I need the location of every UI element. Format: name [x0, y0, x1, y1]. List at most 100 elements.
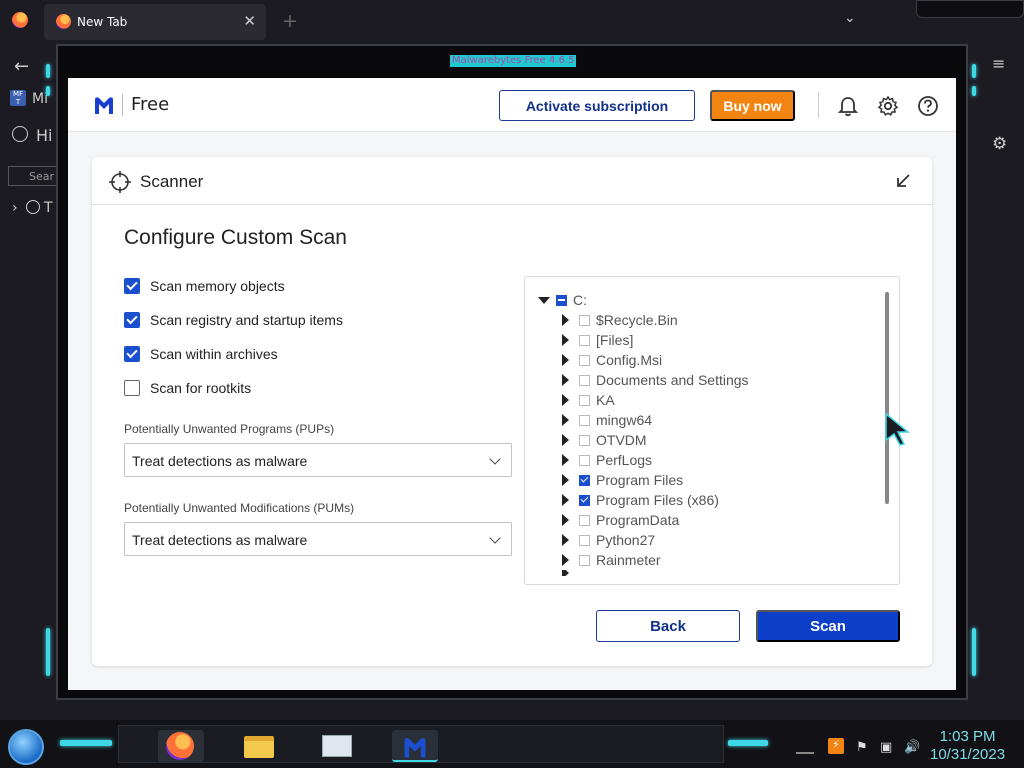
tree-item-checkbox[interactable]: [579, 474, 590, 486]
tree-item-row[interactable]: mingw64: [562, 410, 652, 430]
tree-item-label: mingw64: [596, 412, 653, 428]
back-button[interactable]: Back: [596, 610, 740, 642]
collapse-arrow-icon[interactable]: [894, 172, 912, 190]
expand-triangle-icon[interactable]: [562, 454, 569, 466]
taskbar-file-explorer[interactable]: [236, 730, 282, 762]
folder-icon: [244, 736, 274, 758]
tree-item-row[interactable]: Program Files: [562, 470, 683, 490]
tree-item-row[interactable]: OTVDM: [562, 430, 647, 450]
expand-triangle-icon[interactable]: [562, 474, 569, 486]
settings-gear-icon[interactable]: [877, 95, 899, 117]
tree-item-row[interactable]: PerfLogs: [562, 450, 652, 470]
tree-item-row[interactable]: Documents and Settings: [562, 370, 749, 390]
expand-triangle-icon[interactable]: [562, 534, 569, 546]
option-label: Scan within archives: [150, 346, 278, 362]
option-scan-archives[interactable]: Scan within archives: [124, 344, 278, 364]
tree-item-checkbox[interactable]: [579, 334, 590, 346]
taskbar-clock[interactable]: 1:03 PM 10/31/2023: [930, 728, 1005, 764]
scan-button[interactable]: Scan: [756, 610, 900, 642]
help-question-icon[interactable]: [917, 95, 939, 117]
product-tier-label: Free: [131, 94, 170, 115]
tray-flag-icon[interactable]: ⚑: [856, 740, 868, 755]
tray-volume-icon[interactable]: 🔊: [904, 740, 920, 755]
back-arrow-icon[interactable]: ←: [14, 56, 29, 77]
checkbox-scan-archives[interactable]: [124, 346, 140, 362]
expand-triangle-icon[interactable]: [562, 334, 569, 346]
tree-item-checkbox[interactable]: [579, 374, 590, 386]
option-scan-memory[interactable]: Scan memory objects: [124, 276, 285, 296]
tree-item-row[interactable]: KA: [562, 390, 615, 410]
checkbox-scan-registry[interactable]: [124, 312, 140, 328]
taskbar-firefox[interactable]: [158, 730, 204, 762]
start-button[interactable]: [8, 729, 44, 765]
bookmark-icon[interactable]: MF T: [10, 90, 26, 106]
tree-root-row[interactable]: C:: [538, 290, 587, 310]
page-title: Configure Custom Scan: [124, 226, 347, 249]
tree-item-row[interactable]: $Recycle.Bin: [562, 310, 678, 330]
tree-item-checkbox[interactable]: [579, 414, 590, 426]
option-scan-rootkits[interactable]: Scan for rootkits: [124, 378, 251, 398]
malwarebytes-app: Free Activate subscription Buy now Scann…: [68, 78, 956, 690]
collapse-triangle-icon[interactable]: [538, 296, 550, 304]
tab-close-icon[interactable]: ✕: [243, 12, 256, 30]
skin-light: [972, 628, 976, 676]
clock-date: 10/31/2023: [930, 746, 1006, 763]
tree-item-checkbox[interactable]: [579, 354, 590, 366]
expand-triangle-icon[interactable]: [562, 434, 569, 446]
activate-subscription-button[interactable]: Activate subscription: [499, 90, 695, 121]
taskbar-app-monitor[interactable]: [314, 730, 360, 762]
tray-stack-icon[interactable]: [796, 742, 814, 754]
list-all-tabs-icon[interactable]: ⌄: [844, 10, 856, 26]
tray-app-icon[interactable]: ⚡: [828, 738, 844, 754]
tray-network-icon[interactable]: ▣: [880, 740, 892, 755]
expand-triangle-icon[interactable]: [562, 494, 569, 506]
expand-triangle-icon[interactable]: [562, 314, 569, 326]
checkbox-scan-rootkits[interactable]: [124, 380, 140, 396]
history-clock-icon: [12, 126, 28, 142]
tree-item-checkbox[interactable]: [579, 434, 590, 446]
tree-item-checkbox[interactable]: [579, 394, 590, 406]
settings-gear-icon[interactable]: ⚙: [992, 134, 1007, 154]
expand-triangle-icon[interactable]: [562, 394, 569, 406]
sidebar-search-input[interactable]: Sear: [8, 166, 58, 186]
option-scan-registry[interactable]: Scan registry and startup items: [124, 310, 343, 330]
expand-triangle-icon[interactable]: [562, 514, 569, 526]
tree-item-row[interactable]: [Files]: [562, 330, 633, 350]
hamburger-menu-icon[interactable]: ≡: [992, 54, 1005, 73]
tree-item-checkbox[interactable]: [579, 494, 590, 506]
desktop: New Tab ✕ + ⌄ ← MF T Mi Hi Sear › T ≡ ⚙ M…: [0, 0, 1024, 768]
expand-triangle-icon[interactable]: [562, 374, 569, 386]
taskbar-malwarebytes[interactable]: [392, 730, 438, 762]
firefox-icon[interactable]: [12, 12, 28, 28]
expand-triangle-icon[interactable]: [562, 414, 569, 426]
notifications-bell-icon[interactable]: [837, 95, 859, 117]
pups-select[interactable]: Treat detections as malware: [124, 443, 512, 477]
tree-item-checkbox[interactable]: [579, 534, 590, 546]
tree-item-row[interactable]: Config.Msi: [562, 350, 662, 370]
checkbox-scan-memory[interactable]: [124, 278, 140, 294]
tree-expand-icon[interactable]: ›: [12, 200, 18, 216]
tree-item-row[interactable]: Rainmeter: [562, 550, 661, 570]
skin-light: [60, 740, 112, 746]
drive-folder-tree[interactable]: C: $Recycle.Bin [Files] Config.Msi Document…: [524, 276, 900, 585]
new-tab-icon[interactable]: +: [282, 10, 298, 32]
chevron-down-icon: [489, 453, 501, 465]
tree-item-row[interactable]: ProgramData: [562, 510, 679, 530]
tree-checkbox-root[interactable]: [556, 294, 567, 306]
app-header: Free Activate subscription Buy now: [68, 78, 956, 132]
option-label: Scan registry and startup items: [150, 312, 343, 328]
tree-item-checkbox[interactable]: [579, 454, 590, 466]
tree-item-checkbox[interactable]: [579, 314, 590, 326]
tree-item-row[interactable]: Python27: [562, 530, 655, 550]
expand-triangle-icon[interactable]: [562, 554, 569, 566]
pums-select[interactable]: Treat detections as malware: [124, 522, 512, 556]
tree-scrollbar[interactable]: [885, 292, 889, 504]
tree-item-row[interactable]: Program Files (x86): [562, 490, 719, 510]
tree-item-checkbox[interactable]: [579, 514, 590, 526]
sidebar-history-item[interactable]: T: [44, 200, 53, 216]
buy-now-button[interactable]: Buy now: [710, 90, 795, 121]
expand-triangle-icon[interactable]: [562, 354, 569, 366]
option-label: Scan for rootkits: [150, 380, 252, 396]
browser-tab-new-tab[interactable]: New Tab ✕: [44, 4, 266, 40]
tree-item-checkbox[interactable]: [579, 554, 590, 566]
